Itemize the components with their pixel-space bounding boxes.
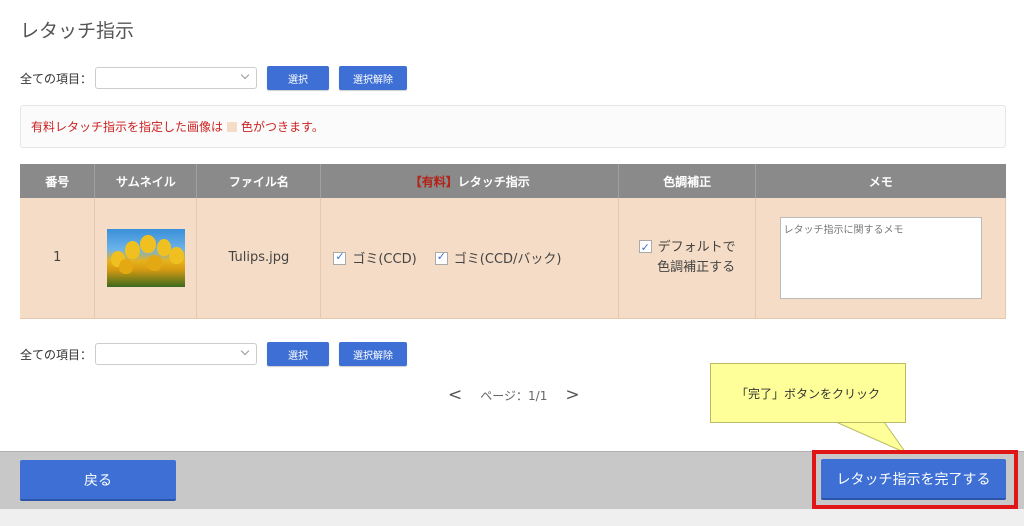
paid-color-swatch [227,121,238,132]
header-thumbnail: サムネイル [94,164,198,198]
retouch-option-dust-ccd[interactable]: ゴミ(CCD) [333,248,417,267]
bulk-select-dropdown[interactable] [95,343,258,365]
tulips-image[interactable] [106,228,185,287]
cell-number: 1 [20,198,96,319]
cell-thumbnail [94,198,198,319]
checkbox-checked-icon[interactable] [333,250,347,266]
bulk-label: 全ての項目： [20,347,93,362]
header-memo: メモ [755,164,1006,198]
bulk-label: 全ての項目： [20,71,93,86]
cell-retouch: ゴミ(CCD) ゴミ(CCD/バック) [320,198,620,319]
header-filename: ファイル名 [196,164,322,198]
retouch-table: 番号 サムネイル ファイル名 【有料】レタッチ指示 色調補正 メモ 1 Tuli… [20,164,1006,319]
bulk-action-bottom: 全ての項目： 選択 選択解除 [20,342,408,366]
cell-color-correction: デフォルトで 色調補正する [618,198,757,319]
bulk-action-top: 全ての項目： 選択 選択解除 [20,66,408,90]
bulk-select-button[interactable]: 選択 [267,66,330,90]
page-title: レタッチ指示 [20,20,135,42]
header-number: 番号 [20,164,96,198]
paid-retouch-notice: 有料レタッチ指示を指定した画像は 色がつきます。 [20,105,1006,148]
paid-tag: 【有料】 [409,174,458,189]
next-page-icon[interactable]: > [565,385,579,405]
prev-page-icon[interactable]: < [448,385,462,405]
checkbox-checked-icon[interactable] [638,238,652,258]
retouch-option-dust-ccd-back[interactable]: ゴミ(CCD/バック) [434,248,562,267]
bulk-clear-button[interactable]: 選択解除 [339,66,408,90]
memo-textarea[interactable]: レタッチ指示に関するメモ [779,216,982,299]
notice-text-before: 有料レタッチ指示を指定した画像は [31,120,224,134]
header-retouch: 【有料】レタッチ指示 [320,164,620,198]
bottom-strip [0,509,1024,526]
color-correction-line2: 色調補正する [657,259,736,275]
color-correction-option[interactable]: デフォルトで [619,238,755,258]
back-button[interactable]: 戻る [20,460,176,501]
bulk-select-button[interactable]: 選択 [267,342,330,366]
instruction-callout: 「完了」ボタンをクリック [710,363,906,423]
bulk-clear-button[interactable]: 選択解除 [339,342,408,366]
cell-memo: レタッチ指示に関するメモ [755,198,1006,319]
header-color-correction: 色調補正 [618,164,757,198]
chevron-down-icon [240,346,250,356]
bulk-select-dropdown[interactable] [95,67,258,89]
cell-filename: Tulips.jpg [196,198,322,319]
notice-text-after: 色がつきます。 [241,120,324,134]
chevron-down-icon [240,70,250,80]
pagination: < ページ：1/1 > [448,385,580,405]
table-row: 1 Tulips.jpg ゴミ(CCD) ゴミ(CCD/バック [20,198,1006,319]
page-indicator: ページ：1/1 [480,388,548,403]
checkbox-checked-icon[interactable] [434,250,448,266]
complete-retouch-button[interactable]: レタッチ指示を完了する [821,459,1006,500]
